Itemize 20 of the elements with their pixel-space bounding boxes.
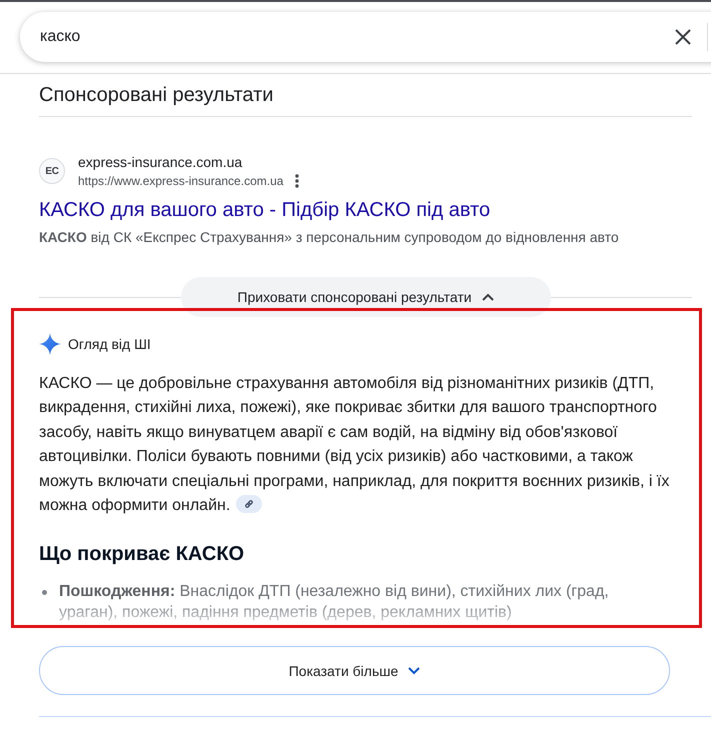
hide-sponsored-button[interactable]: Приховати спонсоровані результати [180,277,550,317]
site-name: express-insurance.com.ua [78,153,244,172]
show-more-button[interactable]: Показати більше [39,646,670,696]
close-icon [675,29,691,45]
search-input[interactable]: каско [40,25,671,49]
vertical-dots-icon [295,174,300,188]
more-options-button[interactable] [293,173,302,189]
section-heading: Спонсоровані результати [39,83,274,108]
link-icon [244,498,254,509]
list-item-text: Пошкодження: Внаслідок ДТП (незалежно від вини), стихійних лих (град, ураган), пожежі, падіння предметів (дерев, рекламних щитів) [59,582,610,624]
bullet-icon [42,590,47,596]
overview-label: Огляд від ШІ [68,336,151,352]
ad-title-link[interactable]: КАСКО для вашого авто - Підбір КАСКО під авто [39,197,490,223]
subsection-heading: Що покриває КАСКО [39,542,246,568]
sparkle-icon [39,333,61,355]
site-favicon: EC [39,158,65,184]
ad-description: КАСКО від СК «Експрес Страхування» з персональним супроводом до відновлення авто [39,228,620,247]
site-url: https://www.express-insurance.com.ua [78,173,284,190]
overview-summary: КАСКО — це добровільне страхування автомобіля від різноманітних ризиків (ДТП, викрадення, стихійні лиха, пожежі), яке покриває збитки для вашого транспортного засобу, навіть якщо винуватцем аварії є сам водій, на відміну від обов'язкової автоцивілки. Поліси бувають повними (від усіх ризиків) або частковими, а також можуть включати спеціальні програми, наприклад, для покриття воєнних ризиків, і їх можна оформити онлайн. [39,374,670,516]
source-link-button[interactable] [236,494,262,513]
